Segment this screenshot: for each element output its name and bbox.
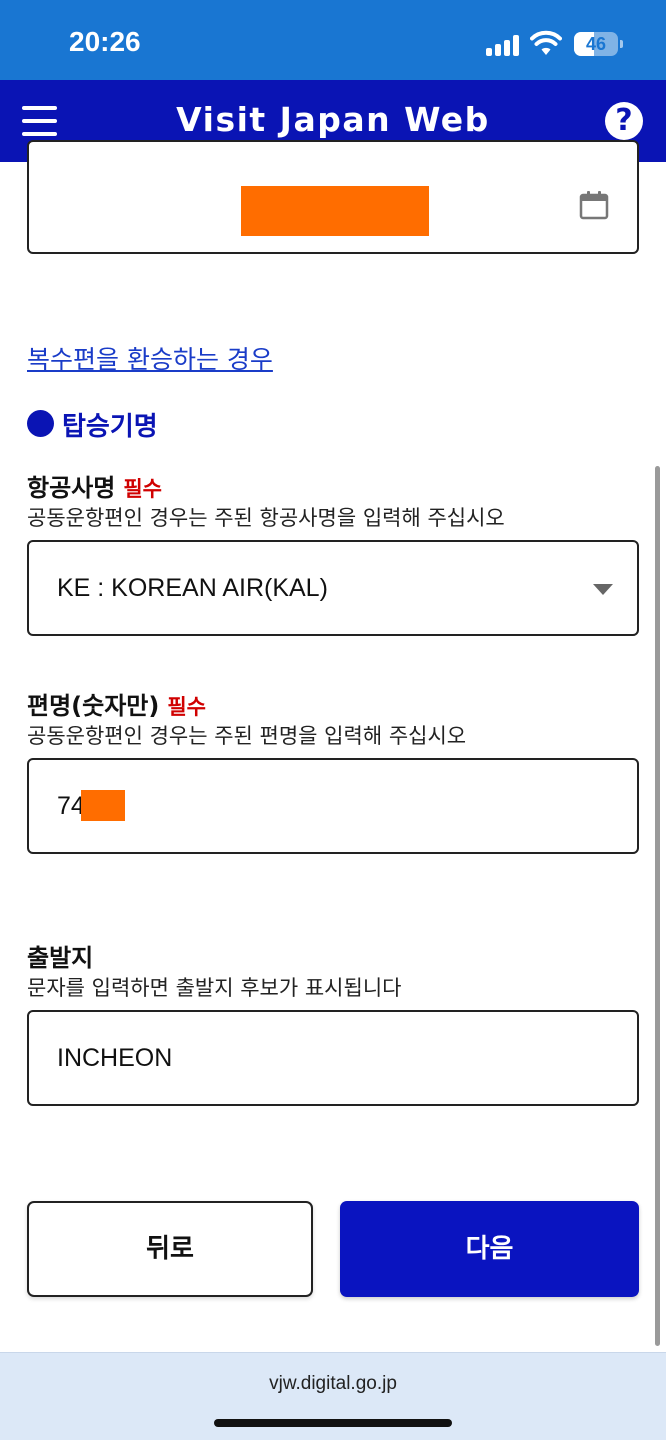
flight-number-label-text: 편명(숫자만) xyxy=(27,692,160,720)
back-button[interactable]: 뒤로 xyxy=(27,1201,313,1297)
airline-hint: 공동운항편인 경우는 주된 항공사명을 입력해 주십시오 xyxy=(27,506,505,530)
departure-value: INCHEON xyxy=(57,1044,173,1072)
redacted-flight-digits xyxy=(81,790,125,821)
airline-label: 항공사명 필수 xyxy=(27,468,162,503)
battery-icon: 46 xyxy=(574,32,623,56)
menu-icon[interactable] xyxy=(22,106,58,136)
airline-label-text: 항공사명 xyxy=(27,474,116,502)
date-field[interactable] xyxy=(27,140,639,254)
home-indicator[interactable] xyxy=(214,1419,452,1427)
url-text: vjw.digital.go.jp xyxy=(269,1373,397,1394)
chevron-down-icon xyxy=(593,584,613,595)
status-bar: 20:26 46 xyxy=(0,0,666,80)
url-bar[interactable]: vjw.digital.go.jp xyxy=(0,1352,666,1440)
next-button[interactable]: 다음 xyxy=(340,1201,639,1297)
scrollbar[interactable] xyxy=(655,466,660,1346)
redacted-date-value xyxy=(241,186,429,236)
battery-percent: 46 xyxy=(585,34,607,54)
required-badge: 필수 xyxy=(167,695,206,719)
flight-number-input[interactable]: 74 xyxy=(27,758,639,854)
required-badge: 필수 xyxy=(123,477,162,501)
section-title: 탑승기명 xyxy=(62,412,158,442)
multiple-flights-transfer-link[interactable]: 복수편을 환승하는 경우 xyxy=(27,340,273,376)
flight-number-label: 편명(숫자만) 필수 xyxy=(27,686,206,721)
calendar-icon[interactable] xyxy=(579,190,609,220)
airline-select[interactable]: KE : KOREAN AIR(KAL) xyxy=(27,540,639,636)
flight-number-hint: 공동운항편인 경우는 주된 편명을 입력해 주십시오 xyxy=(27,724,467,748)
wifi-icon xyxy=(530,30,562,55)
departure-hint: 문자를 입력하면 출발지 후보가 표시됩니다 xyxy=(27,976,402,1000)
departure-label: 출발지 xyxy=(27,944,94,972)
status-time: 20:26 xyxy=(69,26,141,57)
signal-icon xyxy=(486,34,522,56)
departure-input[interactable]: INCHEON xyxy=(27,1010,639,1106)
airline-select-value: KE : KOREAN AIR(KAL) xyxy=(57,574,328,602)
section-bullet xyxy=(27,410,54,437)
help-icon[interactable]: ? xyxy=(605,102,643,140)
